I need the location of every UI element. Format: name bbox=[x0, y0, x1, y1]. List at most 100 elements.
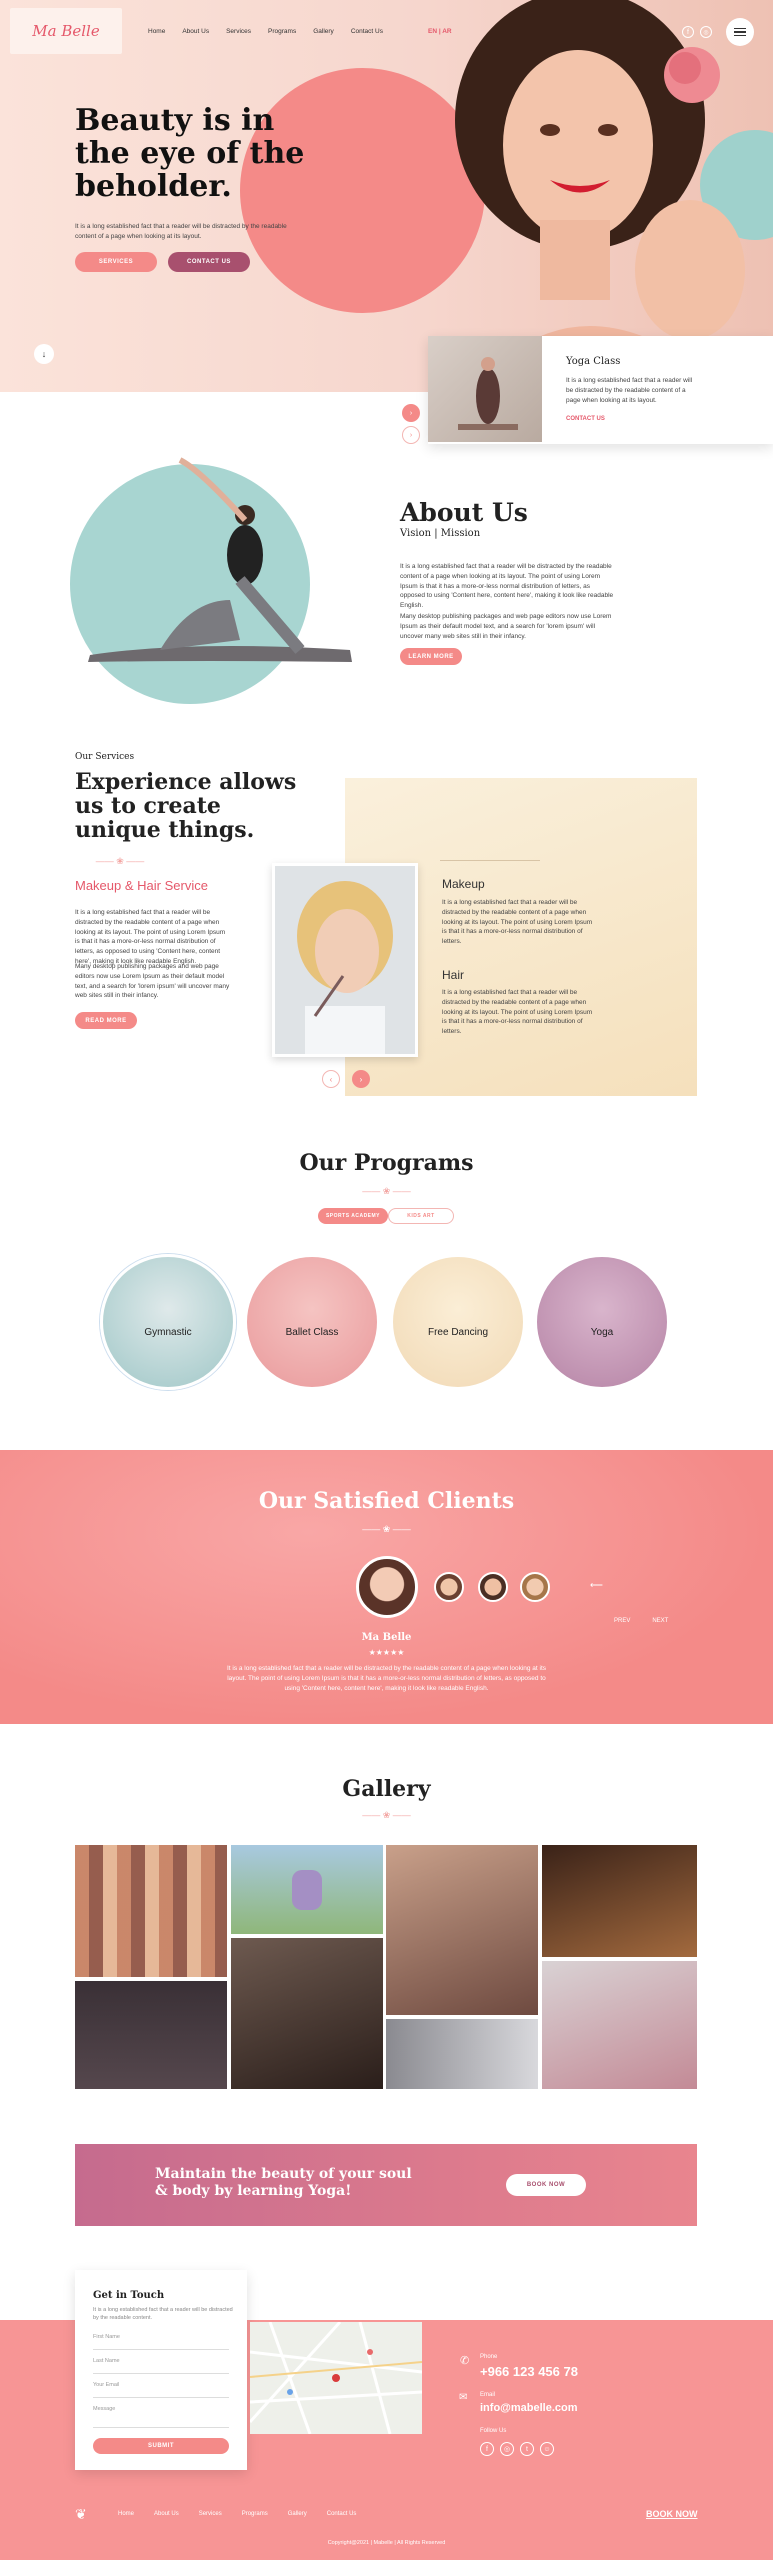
about-paragraph-2: Many desktop publishing packages and web… bbox=[400, 613, 612, 640]
contact-text: It is a long established fact that a rea… bbox=[93, 2307, 233, 2322]
footer-nav-home[interactable]: Home bbox=[118, 2511, 134, 2517]
read-more-button[interactable]: READ MORE bbox=[75, 1012, 137, 1029]
footer-facebook-icon[interactable]: f bbox=[480, 2442, 494, 2456]
footer-nav-programs[interactable]: Programs bbox=[242, 2511, 268, 2517]
email-value[interactable]: info@mabelle.com bbox=[480, 2402, 578, 2414]
scroll-down-icon[interactable]: ↓ bbox=[34, 344, 54, 364]
map[interactable] bbox=[250, 2322, 422, 2434]
phone-label: Phone bbox=[480, 2354, 498, 2360]
hero-title-line2: the eye of the bbox=[75, 136, 305, 171]
slider-next-dot[interactable]: › bbox=[402, 426, 420, 444]
nav-about[interactable]: About Us bbox=[182, 28, 209, 35]
program-yoga[interactable]: Yoga bbox=[534, 1254, 670, 1390]
client-avatar-3[interactable] bbox=[478, 1572, 508, 1602]
gallery-image-brushes[interactable] bbox=[542, 1961, 697, 2089]
menu-icon[interactable] bbox=[726, 18, 754, 46]
contact-us-button[interactable]: CONTACT US bbox=[168, 252, 250, 272]
clients-next-label[interactable]: NEXT bbox=[652, 1618, 668, 1624]
services-button[interactable]: SERVICES bbox=[75, 252, 157, 272]
first-name-field[interactable]: First Name bbox=[93, 2334, 229, 2350]
gallery-image-dancer[interactable] bbox=[75, 1981, 227, 2089]
gallery-grid bbox=[75, 1845, 697, 2089]
learn-more-button[interactable]: LEARN MORE bbox=[400, 648, 462, 665]
clients-prev-label[interactable]: PREV bbox=[614, 1618, 630, 1624]
clients-prev-arrow[interactable]: ⟵ bbox=[590, 1580, 603, 1591]
clients-next-button[interactable]: PREV NEXT bbox=[614, 1618, 668, 1624]
services-paragraph-2: Many desktop publishing packages and web… bbox=[75, 963, 230, 1000]
services-paragraph-1: It is a long established fact that a rea… bbox=[75, 909, 226, 965]
footer-nav-services[interactable]: Services bbox=[199, 2511, 222, 2517]
email-field[interactable]: Your Email bbox=[93, 2382, 229, 2398]
tab-sports-academy[interactable]: SPORTS ACADEMY bbox=[318, 1208, 388, 1224]
gallery-image-portrait[interactable] bbox=[231, 1938, 383, 2089]
gallery-title: Gallery bbox=[342, 1776, 431, 1802]
nav-services[interactable]: Services bbox=[226, 28, 251, 35]
services-title-line2: us to create bbox=[75, 793, 221, 819]
footer-logo-icon[interactable]: ❦ bbox=[75, 2506, 87, 2523]
footer-snapchat-icon[interactable]: ☺ bbox=[540, 2442, 554, 2456]
hero-title: Beauty is in the eye of the beholder. bbox=[75, 104, 304, 203]
footer-nav-gallery[interactable]: Gallery bbox=[288, 2511, 307, 2517]
copyright: Copyright@2021 | Mabelle | All Rights Re… bbox=[327, 2540, 446, 2546]
slider-prev-dot[interactable]: › bbox=[402, 404, 420, 422]
contact-title: Get in Touch bbox=[93, 2290, 165, 2301]
contact-form-card: Get in Touch It is a long established fa… bbox=[75, 2270, 247, 2470]
program-gymnastic[interactable]: Gymnastic bbox=[100, 1254, 236, 1390]
services-prev-button[interactable]: ‹ bbox=[322, 1070, 340, 1088]
clients-ornament: —— ❀ —— bbox=[362, 1524, 411, 1534]
logo[interactable]: Ma Belle bbox=[10, 8, 122, 54]
nav-programs[interactable]: Programs bbox=[268, 28, 296, 35]
about-paragraph-1: It is a long established fact that a rea… bbox=[400, 563, 614, 609]
about-subtitle: Vision | Mission bbox=[400, 528, 481, 539]
instagram-icon[interactable]: ◎ bbox=[700, 26, 712, 38]
footer-book-now-link[interactable]: BOOK NOW bbox=[646, 2509, 698, 2519]
gallery-image-makeup-palette[interactable] bbox=[75, 1845, 227, 1977]
gallery-image-ballet[interactable] bbox=[386, 2019, 538, 2089]
footer-nav-about[interactable]: About Us bbox=[154, 2511, 179, 2517]
program-free-dancing[interactable]: Free Dancing bbox=[390, 1254, 526, 1390]
program-ballet-label: Ballet Class bbox=[285, 1326, 339, 1338]
gallery-image-meditation[interactable] bbox=[231, 1845, 383, 1934]
gallery-image-perfume[interactable] bbox=[542, 1845, 697, 1957]
footer-twitter-icon[interactable]: t bbox=[520, 2442, 534, 2456]
client-testimonial: It is a long established fact that a rea… bbox=[226, 1665, 547, 1692]
hero-text: It is a long established fact that a rea… bbox=[75, 223, 287, 240]
vision-tab[interactable]: Vision bbox=[400, 528, 431, 539]
nav-home[interactable]: Home bbox=[148, 28, 165, 35]
yoga-card-contact-link[interactable]: CONTACT US bbox=[566, 416, 605, 422]
tab-kids-art[interactable]: KIDS ART bbox=[388, 1208, 454, 1224]
client-avatar-2[interactable] bbox=[434, 1572, 464, 1602]
banner-line2: & body by learning Yoga! bbox=[155, 2183, 352, 2199]
footer-social-icons: f ◎ t ☺ bbox=[480, 2442, 554, 2456]
mission-tab[interactable]: Mission bbox=[441, 528, 480, 539]
last-name-field[interactable]: Last Name bbox=[93, 2358, 229, 2374]
hero-section: Ma Belle Home About Us Services Programs… bbox=[0, 0, 773, 392]
footer-instagram-icon[interactable]: ◎ bbox=[500, 2442, 514, 2456]
client-rating: ★★★★★ bbox=[368, 1648, 405, 1657]
yoga-card-title: Yoga Class bbox=[566, 356, 621, 367]
banner-book-now-button[interactable]: BOOK NOW bbox=[506, 2174, 586, 2196]
client-avatar-main[interactable] bbox=[356, 1556, 418, 1618]
footer-nav-contact[interactable]: Contact Us bbox=[327, 2511, 357, 2517]
gallery-image-nails[interactable] bbox=[386, 1845, 538, 2015]
services-title-line1: Experience allows bbox=[75, 769, 297, 795]
services-title: Experience allows us to create unique th… bbox=[75, 770, 296, 842]
nav-contact[interactable]: Contact Us bbox=[351, 28, 383, 35]
services-ornament: —— ❀ —— bbox=[95, 856, 145, 866]
makeup-image bbox=[272, 863, 418, 1057]
phone-value[interactable]: +966 123 456 78 bbox=[480, 2364, 578, 2379]
follow-label: Follow Us bbox=[480, 2428, 507, 2434]
language-switch[interactable]: EN | AR bbox=[428, 28, 452, 35]
program-ballet[interactable]: Ballet Class bbox=[244, 1254, 380, 1390]
banner-line1: Maintain the beauty of your soul bbox=[155, 2166, 412, 2182]
makeup-text: It is a long established fact that a rea… bbox=[442, 899, 593, 945]
client-avatar-4[interactable] bbox=[520, 1572, 550, 1602]
message-field[interactable]: Message bbox=[93, 2406, 229, 2428]
services-next-button[interactable]: › bbox=[352, 1070, 370, 1088]
email-icon: ✉ bbox=[459, 2392, 468, 2403]
facebook-icon[interactable]: f bbox=[682, 26, 694, 38]
clients-title: Our Satisfied Clients bbox=[258, 1488, 515, 1514]
nav-gallery[interactable]: Gallery bbox=[313, 28, 334, 35]
hair-text: It is a long established fact that a rea… bbox=[442, 989, 593, 1035]
submit-button[interactable]: SUBMIT bbox=[93, 2438, 229, 2454]
